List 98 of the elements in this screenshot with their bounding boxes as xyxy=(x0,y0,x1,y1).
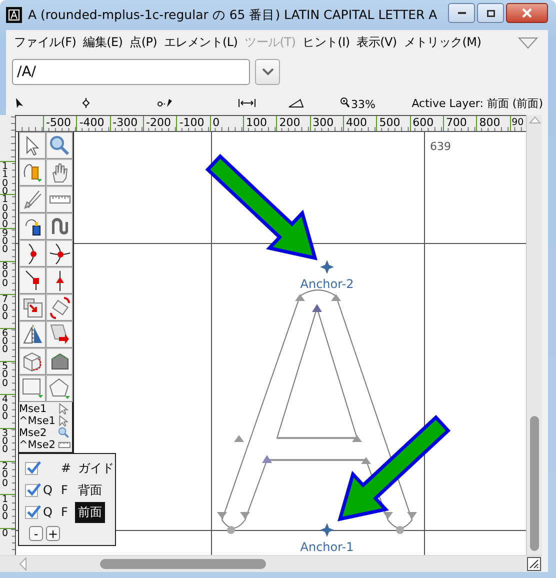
ruler-label: 700 xyxy=(444,116,467,128)
minimize-icon xyxy=(458,12,466,14)
scroll-left-icon xyxy=(18,557,28,571)
rectangle-icon xyxy=(22,378,44,399)
add-layer-button[interactable]: + xyxy=(46,526,60,541)
skew-icon xyxy=(50,324,70,345)
menu-item[interactable]: ファイル(F) xyxy=(12,34,82,51)
advance-width-label: 639 xyxy=(430,140,451,153)
ruler-label: 200 xyxy=(277,116,300,128)
layer-name[interactable]: ガイド xyxy=(75,458,117,478)
chevron-down-icon xyxy=(262,68,274,76)
layer-checkbox[interactable] xyxy=(25,506,38,518)
menu-item[interactable]: ヒント(I) xyxy=(300,34,355,51)
pointer-icon xyxy=(14,97,24,109)
window-title: A (rounded-mplus-1c-regular の 65 番目) LATIN CAPITAL LETTER A xyxy=(28,6,438,24)
tool-button[interactable] xyxy=(19,267,46,294)
anchor-label: Anchor-2 xyxy=(300,277,354,291)
pointer-icon xyxy=(57,403,71,415)
maximize-icon xyxy=(486,10,494,16)
hv-curve-point-icon xyxy=(48,242,70,264)
ruler-label: 1000 xyxy=(2,196,12,228)
scroll-up-icon xyxy=(528,115,540,125)
layer-name[interactable]: 前面 xyxy=(75,502,105,522)
polygon-icon xyxy=(48,378,70,400)
hand-icon xyxy=(52,162,68,182)
ruler-label: -200 xyxy=(144,116,171,128)
point-icon xyxy=(82,97,90,109)
curve-point-icon xyxy=(28,242,38,264)
quadratic-flag[interactable]: Q xyxy=(43,505,61,519)
scale-icon xyxy=(22,298,42,318)
pointer-icon xyxy=(57,415,71,427)
ruler-label: -100 xyxy=(177,116,204,128)
ruler-label: 0 xyxy=(210,116,220,128)
knife-icon xyxy=(24,190,42,209)
layer-name[interactable]: 背面 xyxy=(75,480,105,500)
layer-checkbox[interactable] xyxy=(25,484,38,496)
mouse-binding-label: Mse2 xyxy=(19,427,48,439)
pen-point-icon xyxy=(157,97,173,109)
pen-icon xyxy=(24,218,40,236)
scrollbar-thumb[interactable] xyxy=(530,416,539,551)
maximize-button[interactable] xyxy=(477,3,504,23)
layer-type-flag[interactable]: F xyxy=(61,483,75,497)
search-icon xyxy=(57,427,71,439)
ruler-label: -500 xyxy=(44,116,71,128)
mouse-binding-label: Mse1 xyxy=(19,403,48,415)
close-icon xyxy=(522,8,532,18)
ruler-icon xyxy=(57,439,71,451)
cube-rotate-icon xyxy=(23,352,42,372)
width-icon xyxy=(238,97,256,109)
search-icon xyxy=(50,136,69,155)
zoom-level: 33% xyxy=(351,98,376,111)
anchor-label: Anchor-1 xyxy=(300,540,354,554)
minimize-button[interactable] xyxy=(448,3,475,23)
ruler-icon xyxy=(48,195,70,204)
resize-grip-icon xyxy=(527,557,541,571)
tangent-point-icon xyxy=(54,270,64,292)
ruler-label: 1100 xyxy=(2,163,12,194)
close-button[interactable] xyxy=(506,3,548,23)
menu-item[interactable]: メトリック(M) xyxy=(402,34,486,51)
remove-layer-button[interactable]: - xyxy=(29,526,43,541)
ruler-label: 600 xyxy=(410,116,434,128)
ruler-label: -400 xyxy=(77,116,104,128)
tool-button[interactable] xyxy=(19,213,46,240)
mouse-binding-label: ^Mse1 xyxy=(19,415,55,427)
scrollbar-thumb[interactable] xyxy=(100,559,266,569)
spiro-icon xyxy=(52,218,68,235)
ruler-label: 500 xyxy=(377,116,400,128)
corner-point-icon xyxy=(25,270,40,291)
anchor-icon[interactable] xyxy=(320,260,334,274)
ruler-label: -300 xyxy=(110,116,138,128)
menu-item[interactable]: エレメント(L) xyxy=(162,34,243,51)
app-icon xyxy=(6,7,22,23)
ruler-label: 90 xyxy=(510,116,524,128)
menu-item[interactable]: 点(P) xyxy=(128,34,162,51)
pointer-icon xyxy=(26,136,39,156)
anchor-icon[interactable] xyxy=(320,523,334,537)
quadratic-flag[interactable]: Q xyxy=(43,483,61,497)
menu-overflow-icon xyxy=(518,36,538,48)
ruler-label: 800 xyxy=(477,116,500,128)
tool-button[interactable] xyxy=(46,348,73,375)
tool-button[interactable] xyxy=(46,240,73,267)
pencil-icon xyxy=(22,162,42,182)
angle-icon xyxy=(288,97,304,109)
layer-type-flag[interactable]: F xyxy=(61,505,75,519)
dropdown-button[interactable] xyxy=(255,58,280,84)
rotate-icon xyxy=(50,296,70,318)
menu-item[interactable]: 編集(E) xyxy=(81,34,128,51)
perspective-icon xyxy=(50,353,68,370)
layer-checkbox[interactable] xyxy=(25,462,38,474)
menu-item[interactable]: 表示(V) xyxy=(354,34,402,51)
flip-icon xyxy=(22,324,42,346)
ruler-label: 300 xyxy=(310,116,334,128)
active-layer-label: Active Layer: 前面 (前面) xyxy=(412,96,543,111)
glyph-input-field[interactable]: /A/ xyxy=(12,58,250,84)
layer-type-flag[interactable]: # xyxy=(61,461,75,475)
ruler-label: 400 xyxy=(344,116,367,128)
zoom-icon xyxy=(340,97,350,109)
mouse-binding-label: ^Mse2 xyxy=(19,439,55,451)
